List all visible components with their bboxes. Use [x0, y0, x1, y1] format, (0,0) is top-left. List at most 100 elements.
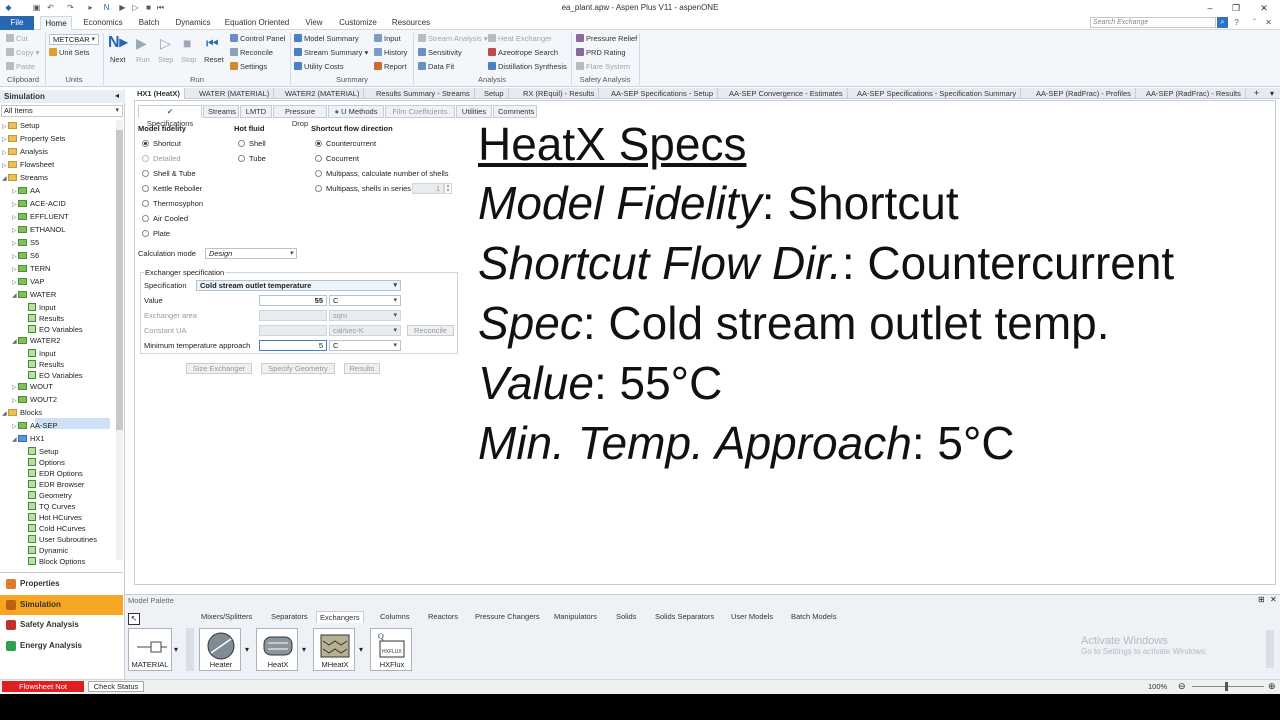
tree-item[interactable]: ▷ EFFLUENT	[2, 211, 112, 224]
nav-properties-button[interactable]: Properties	[0, 574, 123, 594]
menu-file[interactable]: File	[0, 16, 34, 30]
tree-item[interactable]: ▷ TERN	[2, 263, 112, 276]
tab-streams[interactable]: Streams	[203, 105, 239, 118]
specify-geometry-button[interactable]: Specify Geometry	[261, 363, 335, 374]
reset-button[interactable]: Reset	[204, 55, 224, 65]
tab-aa-sep-spec-summary[interactable]: AA-SEP Specifications - Specification Su…	[853, 88, 1022, 99]
save-icon[interactable]: ▣	[32, 3, 41, 12]
tree-item[interactable]: TQ Curves	[2, 501, 112, 512]
zoom-in-icon[interactable]: ⊕	[1268, 681, 1276, 692]
settings-button[interactable]: Settings	[230, 62, 267, 72]
fidelity-shortcut-radio[interactable]: Shortcut	[142, 139, 181, 149]
undo-icon[interactable]: ↶	[46, 3, 55, 12]
pointer-icon[interactable]: ↖	[128, 613, 140, 625]
palette-heater-item[interactable]: Heater	[199, 628, 241, 671]
report-button[interactable]: Report	[374, 62, 407, 72]
shells-in-series-input[interactable]: 1	[412, 183, 444, 194]
palette-tab-separators[interactable]: Separators	[268, 611, 311, 623]
stop-qat-icon[interactable]: ■	[144, 3, 153, 12]
tree-item[interactable]: EO Variables	[2, 324, 112, 335]
tree-item[interactable]: Input	[2, 302, 112, 313]
palette-tab-batch-models[interactable]: Batch Models	[788, 611, 839, 623]
palette-tab-solids[interactable]: Solids	[613, 611, 639, 623]
menu-resources[interactable]: Resources	[388, 16, 434, 30]
nav-scrollbar-thumb[interactable]	[116, 130, 123, 430]
tree-item[interactable]: ▷ S5	[2, 237, 112, 250]
tab-pressure-drop[interactable]: Pressure Drop	[273, 105, 327, 128]
tree-item[interactable]: Geometry	[2, 490, 112, 501]
tree-item[interactable]: ▷ AA	[2, 185, 112, 198]
stream-summary-button[interactable]: Stream Summary ▾	[294, 48, 368, 58]
palette-heatx-item[interactable]: HeatX	[256, 628, 298, 671]
reconcile-button[interactable]: Reconcile	[407, 325, 454, 336]
control-panel-button[interactable]: Control Panel	[230, 34, 285, 44]
next-arrow-icon[interactable]: N	[102, 3, 111, 12]
ua-unit-select[interactable]: cal/sec-K	[329, 325, 401, 336]
unit-set-select[interactable]: METCBAR	[49, 34, 99, 45]
palette-pin-icon[interactable]: ⊞	[1258, 595, 1265, 604]
menu-view[interactable]: View	[300, 16, 328, 30]
tree-item[interactable]: Hot HCurves	[2, 512, 112, 523]
tree-item[interactable]: ▷ WOUT	[2, 381, 112, 394]
zoom-out-icon[interactable]: ⊖	[1178, 681, 1186, 692]
minimize-button[interactable]: –	[1196, 0, 1224, 16]
tree-item[interactable]: EDR Browser	[2, 479, 112, 490]
tree-item[interactable]: ◢ HX1	[2, 433, 112, 446]
palette-tab-mixers[interactable]: Mixers/Splitters	[198, 611, 255, 623]
fidelity-kettle-reboiler-radio[interactable]: Kettle Reboiler	[142, 184, 202, 194]
copy-button[interactable]: Copy ▾	[6, 48, 39, 58]
menu-equation-oriented[interactable]: Equation Oriented	[222, 16, 292, 30]
tab-specifications[interactable]: ✔ Specifications	[138, 105, 202, 128]
tree-item[interactable]: Dynamic	[2, 545, 112, 556]
flow-multipass-series-radio[interactable]: Multipass, shells in series	[315, 184, 411, 194]
palette-scroll-right[interactable]	[1266, 630, 1274, 668]
sensitivity-button[interactable]: Sensitivity	[418, 48, 462, 58]
history-button[interactable]: History	[374, 48, 407, 58]
reconcile-button[interactable]: Reconcile	[230, 48, 273, 58]
value-unit-select[interactable]: C	[329, 295, 401, 306]
help-icon[interactable]: ?	[1232, 18, 1241, 27]
material-stream-item[interactable]: MATERIAL	[128, 628, 172, 671]
prd-rating-button[interactable]: PRD Rating	[576, 48, 626, 58]
heatx-dropdown-icon[interactable]: ▾	[302, 645, 306, 654]
tree-item[interactable]: ▷ S6	[2, 250, 112, 263]
fidelity-detailed-radio[interactable]: Detailed	[142, 154, 181, 164]
tab-aa-sep-profiles[interactable]: AA-SEP (RadFrac) - Profiles	[1032, 88, 1136, 99]
menu-dynamics[interactable]: Dynamics	[172, 16, 214, 30]
tab-results-summary[interactable]: Results Summary - Streams	[372, 88, 475, 99]
search-icon[interactable]: ⌕	[1217, 17, 1228, 28]
cut-button[interactable]: Cut	[6, 34, 28, 44]
hot-fluid-shell-radio[interactable]: Shell	[238, 139, 266, 149]
fidelity-shell-tube-radio[interactable]: Shell & Tube	[142, 169, 196, 179]
tab-film-coefficients[interactable]: Film Coefficients	[385, 105, 455, 118]
pressure-relief-button[interactable]: Pressure Relief	[576, 34, 637, 44]
tab-rx-results[interactable]: RX (REquil) - Results	[519, 88, 600, 99]
flare-system-button[interactable]: Flare System	[576, 62, 630, 72]
tree-item[interactable]: Cold HCurves	[2, 523, 112, 534]
palette-tab-user-models[interactable]: User Models	[728, 611, 776, 623]
step-button[interactable]: Step	[158, 55, 173, 65]
nav-energy-analysis-button[interactable]: Energy Analysis	[0, 636, 123, 656]
zoom-slider-thumb[interactable]	[1225, 682, 1228, 691]
palette-scroll-left[interactable]	[186, 628, 194, 671]
menu-economics[interactable]: Economics	[80, 16, 126, 30]
paste-button[interactable]: Paste	[6, 62, 35, 72]
tab-aa-sep-results[interactable]: AA-SEP (RadFrac) - Results	[1142, 88, 1246, 99]
tree-item[interactable]: EDR Options	[2, 468, 112, 479]
flow-multipass-calc-radio[interactable]: Multipass, calculate number of shells	[315, 169, 449, 179]
tree-item[interactable]: ◢ Streams	[2, 172, 112, 185]
palette-mheatx-item[interactable]: MHeatX	[313, 628, 355, 671]
tree-item[interactable]: ▷ Flowsheet	[2, 159, 112, 172]
palette-tab-reactors[interactable]: Reactors	[425, 611, 461, 623]
nav-simulation-button[interactable]: Simulation	[0, 595, 123, 615]
utility-costs-button[interactable]: Utility Costs	[294, 62, 344, 72]
tree-item[interactable]: Input	[2, 348, 112, 359]
shells-spinner[interactable]: ▲ ▼	[444, 183, 452, 194]
tab-hx1[interactable]: HX1 (HeatX)	[133, 88, 185, 99]
tree-item[interactable]: ▷ WOUT2	[2, 394, 112, 407]
tab-water2[interactable]: WATER2 (MATERIAL)	[281, 88, 365, 99]
add-tab-icon[interactable]: +	[1254, 88, 1259, 99]
ua-input[interactable]	[259, 325, 327, 336]
flow-countercurrent-radio[interactable]: Countercurrent	[315, 139, 376, 149]
min-temp-approach-input[interactable]: 5	[259, 340, 327, 351]
